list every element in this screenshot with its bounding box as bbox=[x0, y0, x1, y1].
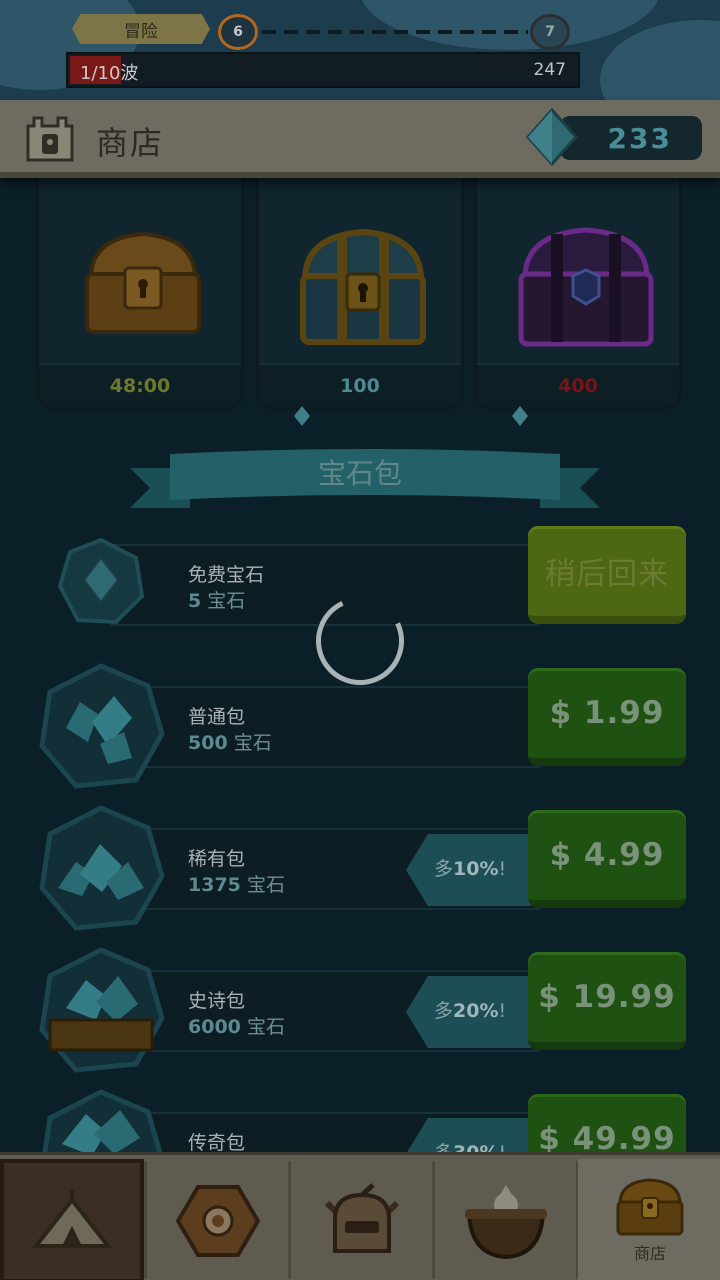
pack-quantity: 500 宝石 bbox=[188, 732, 272, 754]
buy-button-epic[interactable]: $ 19.99 bbox=[528, 952, 686, 1050]
chest-price-value: 400 bbox=[558, 375, 598, 397]
buy-button-rare[interactable]: $ 4.99 bbox=[528, 810, 686, 908]
buy-button-common[interactable]: $ 1.99 bbox=[528, 668, 686, 766]
gem-balance-value: 233 bbox=[607, 122, 672, 155]
shop-header: 商店 233 bbox=[0, 100, 720, 178]
wave-value: 247 bbox=[533, 60, 566, 80]
nav-cauldron[interactable] bbox=[434, 1159, 578, 1280]
gem-pack-rare: 稀有包 1375 宝石 多10%! $ 4.99 bbox=[0, 805, 720, 966]
next-level-number: 7 bbox=[545, 24, 555, 40]
pack-name: 免费宝石 bbox=[188, 564, 265, 586]
rare-chest-icon bbox=[300, 228, 426, 345]
pack-name: 普通包 bbox=[188, 706, 246, 728]
gem-pack-epic: 史诗包 6000 宝石 多20%! $ 19.99 bbox=[0, 947, 720, 1108]
tent-icon bbox=[32, 1190, 112, 1248]
chest-card-free[interactable]: 48:00 bbox=[36, 178, 244, 410]
chest-price-rare: 100 bbox=[259, 363, 461, 426]
shop-title: 商店 bbox=[96, 124, 165, 162]
level-progress-area: 冒险 6 7 1/10波 247 bbox=[0, 0, 720, 100]
gem-icon bbox=[294, 406, 310, 426]
gem-icon bbox=[512, 406, 528, 426]
bonus-text: 多20%! bbox=[434, 1000, 507, 1022]
gem-pile-small-icon bbox=[39, 663, 165, 789]
pack-quantity: 1375 宝石 bbox=[188, 874, 285, 896]
pack-name: 稀有包 bbox=[188, 848, 246, 870]
wave-label: 1/10波 bbox=[80, 63, 139, 84]
bonus-text: 多10%! bbox=[434, 858, 507, 880]
chest-timer: 48:00 bbox=[109, 375, 171, 397]
chest-price-free: 48:00 bbox=[39, 363, 241, 407]
epic-chest-icon bbox=[518, 227, 654, 347]
section-title: 宝石包 bbox=[317, 457, 402, 490]
nav-shop[interactable]: 商店 bbox=[578, 1159, 720, 1280]
gem-icon bbox=[526, 108, 578, 166]
chest-card-epic[interactable]: 400 bbox=[474, 178, 682, 426]
chest-card-rare[interactable]: 100 bbox=[256, 178, 464, 426]
gem-pack-common: 普通包 500 宝石 $ 1.99 bbox=[0, 663, 720, 824]
gear-badge-icon bbox=[176, 1185, 260, 1257]
shop-castle-icon bbox=[26, 116, 74, 162]
chest-price-epic: 400 bbox=[477, 363, 679, 426]
current-level-node: 6 bbox=[218, 14, 258, 50]
helmet-icon bbox=[324, 1183, 400, 1253]
chest-price-value: 100 bbox=[340, 375, 380, 397]
nav-upgrades[interactable] bbox=[146, 1159, 290, 1280]
current-level-number: 6 bbox=[233, 24, 243, 40]
free-gem-badge-icon bbox=[57, 537, 145, 625]
adventure-tag: 冒险 bbox=[72, 14, 210, 44]
nav-heroes[interactable] bbox=[290, 1159, 434, 1280]
nav-home[interactable] bbox=[0, 1159, 144, 1280]
pack-name: 传奇包 bbox=[188, 1132, 246, 1154]
adventure-label: 冒险 bbox=[124, 21, 158, 42]
gem-balance[interactable]: 233 bbox=[560, 116, 702, 160]
come-back-later-button[interactable]: 稍后回来 bbox=[528, 526, 686, 624]
bottom-nav: 商店 bbox=[0, 1152, 720, 1280]
gem-pile-medium-icon bbox=[39, 805, 165, 931]
wave-progress-bar: 1/10波 247 bbox=[66, 52, 580, 88]
pack-quantity: 6000 宝石 bbox=[188, 1016, 285, 1038]
cauldron-icon bbox=[465, 1185, 547, 1260]
treasure-chest-icon bbox=[616, 1178, 684, 1236]
next-level-node: 7 bbox=[530, 14, 570, 50]
nav-shop-label: 商店 bbox=[633, 1244, 666, 1263]
gem-chest-icon bbox=[39, 947, 165, 1073]
pack-name: 史诗包 bbox=[188, 990, 246, 1012]
level-path-dashes bbox=[262, 30, 528, 34]
row-background bbox=[110, 686, 540, 768]
wooden-chest-icon bbox=[85, 231, 201, 334]
pack-quantity: 5 宝石 bbox=[188, 590, 246, 612]
